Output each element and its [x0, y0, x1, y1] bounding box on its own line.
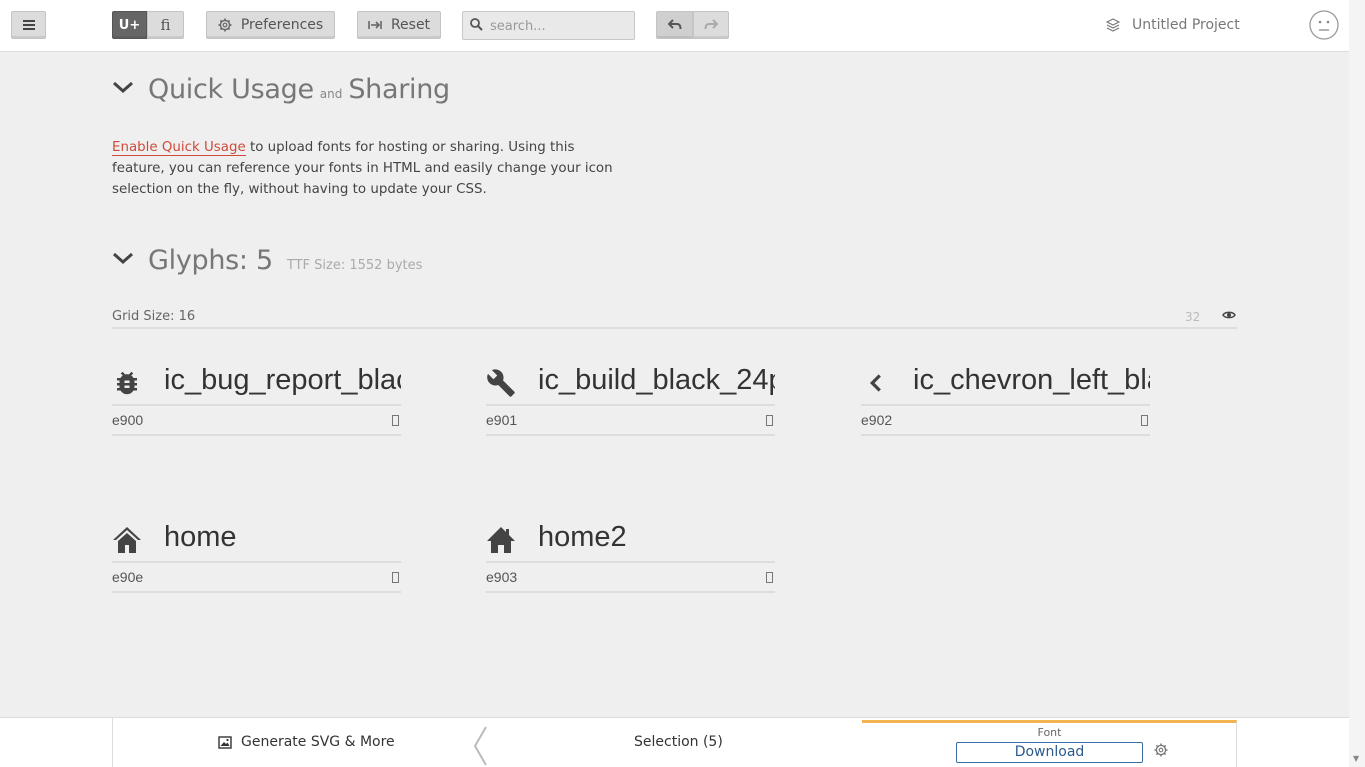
- glyph-code[interactable]: e900: [112, 412, 143, 428]
- main-menu-button[interactable]: [11, 11, 46, 39]
- grid-preview-size: 32: [1185, 310, 1201, 324]
- glyph-item[interactable]: home e90e: [112, 519, 401, 593]
- image-icon: [218, 735, 232, 749]
- home-icon: [487, 527, 515, 553]
- glyph-preview-box: [766, 415, 773, 426]
- font-tab[interactable]: Font Download: [862, 720, 1237, 767]
- glyph-code[interactable]: e903: [486, 569, 517, 585]
- reset-button[interactable]: Reset: [357, 11, 441, 39]
- glyph-item[interactable]: home2 e903: [486, 519, 775, 593]
- reset-icon: [368, 21, 382, 29]
- glyph-code[interactable]: e90e: [112, 569, 143, 585]
- search-input[interactable]: [490, 16, 630, 36]
- selection-button[interactable]: Selection (5): [634, 734, 723, 750]
- search-field[interactable]: [462, 11, 635, 40]
- scroll-down-icon[interactable]: ▼: [1353, 754, 1359, 763]
- gear-icon: [218, 18, 232, 32]
- undo-icon: [667, 19, 681, 30]
- glyph-item[interactable]: ic_chevron_left_black_24px e902: [861, 362, 1150, 436]
- quick-usage-title-end: Sharing: [348, 74, 450, 105]
- project-selector[interactable]: Untitled Project: [1106, 16, 1240, 34]
- divider: [112, 718, 113, 767]
- preferences-label: Preferences: [240, 17, 324, 33]
- enable-quick-usage-link[interactable]: Enable Quick Usage: [112, 140, 246, 156]
- generate-svg-label: Generate SVG & More: [241, 734, 395, 750]
- gear-icon[interactable]: [1154, 743, 1168, 757]
- glyph-item[interactable]: ic_build_black_24px e901: [486, 362, 775, 436]
- hamburger-icon: [22, 20, 35, 30]
- chevron-left-icon: [869, 374, 881, 392]
- home-icon: [113, 527, 141, 553]
- preferences-button[interactable]: Preferences: [206, 11, 335, 39]
- glyph-preview-box: [392, 572, 399, 583]
- search-icon: [470, 18, 483, 31]
- redo-button[interactable]: [693, 11, 729, 39]
- eye-icon[interactable]: [1222, 310, 1236, 320]
- unicode-mode-button[interactable]: U+: [112, 11, 147, 39]
- glyphs-title: Glyphs: 5: [148, 245, 273, 276]
- font-label: Font: [1037, 726, 1062, 739]
- glyph-code[interactable]: e902: [861, 412, 892, 428]
- ligature-mode-button[interactable]: fi: [147, 11, 184, 39]
- redo-icon: [704, 19, 718, 30]
- quick-usage-header[interactable]: Quick Usage and Sharing: [112, 74, 450, 105]
- arrow-left-icon: [473, 726, 487, 766]
- undo-button[interactable]: [656, 11, 693, 39]
- glyph-name[interactable]: ic_chevron_left_black_24px: [913, 364, 1150, 397]
- download-button[interactable]: Download: [956, 742, 1143, 763]
- bottom-bar: Generate SVG & More Selection (5) Font D…: [0, 717, 1349, 767]
- glyph-preview-box: [766, 572, 773, 583]
- grid-size-slider[interactable]: Grid Size: 16 32: [112, 307, 1237, 329]
- glyph-name[interactable]: ic_build_black_24px: [538, 364, 775, 397]
- glyph-name[interactable]: home: [164, 521, 237, 554]
- glyph-item[interactable]: ic_bug_report_black_24px e900: [112, 362, 401, 436]
- glyph-name[interactable]: home2: [538, 521, 627, 554]
- quick-usage-and: and: [319, 87, 343, 101]
- top-toolbar: U+ fi Preferences Reset search... Untitl…: [0, 0, 1349, 52]
- glyph-preview-box: [392, 415, 399, 426]
- reset-label: Reset: [390, 17, 431, 33]
- wrench-icon: [487, 369, 515, 397]
- chevron-down-icon: [113, 252, 133, 265]
- bug-icon: [117, 371, 137, 395]
- quick-usage-title: Quick Usage: [148, 74, 314, 105]
- generate-svg-button[interactable]: Generate SVG & More: [218, 734, 395, 750]
- project-name: Untitled Project: [1132, 17, 1240, 33]
- quick-usage-description: Enable Quick Usage to upload fonts for h…: [112, 137, 622, 200]
- glyph-name[interactable]: ic_bug_report_black_24px: [164, 364, 401, 397]
- vertical-scrollbar[interactable]: ▼: [1349, 0, 1365, 767]
- layers-icon: [1106, 18, 1120, 32]
- ttf-size: TTF Size: 1552 bytes: [286, 258, 423, 273]
- glyph-code[interactable]: e901: [486, 412, 517, 428]
- avatar[interactable]: [1309, 10, 1339, 40]
- glyph-preview-box: [1141, 415, 1148, 426]
- chevron-down-icon: [113, 81, 133, 94]
- grid-size-label: Grid Size: 16: [112, 309, 196, 324]
- glyphs-header[interactable]: Glyphs: 5 TTF Size: 1552 bytes: [112, 245, 422, 276]
